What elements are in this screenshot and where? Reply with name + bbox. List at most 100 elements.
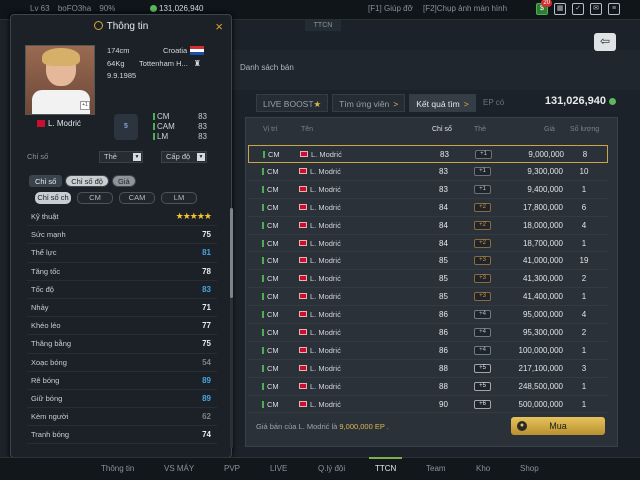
row-ovr: 86 xyxy=(439,328,448,338)
row-ovr: 85 xyxy=(439,256,448,266)
nav-team[interactable]: Team xyxy=(426,464,446,473)
nav-team-manage[interactable]: Q.lý đội xyxy=(318,464,345,473)
row-upgrade-badge: +6 xyxy=(474,399,491,409)
row-price: 217,100,000 xyxy=(518,363,564,373)
stat-value: 54 xyxy=(202,357,211,367)
table-row[interactable]: CM L. Modrić 84 +2 18,000,000 4 xyxy=(248,217,608,235)
scroll-thumb[interactable] xyxy=(230,208,233,298)
nav-pvp[interactable]: PVP xyxy=(224,464,240,473)
row-position: CM xyxy=(262,256,279,265)
row-price: 95,300,000 xyxy=(522,328,563,338)
header-ovr[interactable]: Chỉ số xyxy=(432,126,452,133)
cash-icon[interactable]: $20 xyxy=(536,0,552,15)
position-rating: LM 83 xyxy=(153,132,207,142)
table-row[interactable]: CM L. Modrić 83 +1 9,400,000 1 xyxy=(248,181,608,199)
nav-inventory[interactable]: Kho xyxy=(476,464,490,473)
row-quantity: 2 xyxy=(581,274,587,284)
tab-search-results[interactable]: Kết quả tìm > xyxy=(409,94,476,112)
top-ep-value: 131,026,940 xyxy=(159,4,204,13)
tab-pos-cam[interactable]: CAM xyxy=(119,192,155,204)
coin-icon xyxy=(609,97,616,105)
stat-row: Nhảy 71 xyxy=(27,299,217,318)
table-row[interactable]: CM L. Modrić 85 +3 41,000,000 19 xyxy=(248,252,608,271)
close-button[interactable]: × xyxy=(215,19,223,35)
stat-label: Rê bóng xyxy=(31,375,60,385)
position-tabs: Chỉ số ch CM CAM LM xyxy=(35,192,197,204)
row-position: CM xyxy=(262,221,279,230)
help-hotkey[interactable]: [F1] Giúp đỡ xyxy=(368,4,413,13)
row-upgrade-badge: +3 xyxy=(474,274,491,284)
tab-price[interactable]: Giá xyxy=(111,175,136,187)
table-row[interactable]: CM L. Modrić 83 +1 9,300,000 10 xyxy=(248,163,608,181)
row-upgrade-badge: +1 xyxy=(474,167,491,176)
table-row[interactable]: CM L. Modrić 84 +2 17,800,000 6 xyxy=(248,199,608,217)
header-name[interactable]: Tên xyxy=(301,126,313,133)
table-row[interactable]: CM L. Modrić 85 +3 41,400,000 1 xyxy=(248,288,608,307)
nav-live[interactable]: LIVE xyxy=(270,464,287,473)
card-select-value: Thẻ xyxy=(104,152,117,161)
check-icon[interactable]: ✓ xyxy=(572,3,584,15)
croatia-flag-icon xyxy=(299,293,307,300)
row-position: CM xyxy=(262,346,279,355)
info-title: Thông tin xyxy=(11,15,231,39)
croatia-flag-icon xyxy=(300,151,308,157)
table-row[interactable]: CM L. Modrić 83 +1 9,000,000 8 xyxy=(248,145,608,163)
stats-scrollbar[interactable] xyxy=(230,208,233,448)
nav-shop[interactable]: Shop xyxy=(520,464,539,473)
screenshot-hotkey[interactable]: [F2]Chụp ảnh màn hình xyxy=(423,4,507,13)
tab-search-label: Tìm ứng viên xyxy=(339,99,390,109)
row-player-name: L. Modrić xyxy=(311,150,342,159)
header-price[interactable]: Giá xyxy=(544,126,555,133)
row-player-name: L. Modrić xyxy=(310,292,341,302)
row-price: 18,700,000 xyxy=(522,238,563,248)
header-position[interactable]: Vị trí xyxy=(263,126,277,133)
table-row[interactable]: CM L. Modrić 86 +4 100,000,000 1 xyxy=(248,342,608,360)
stat-label: Kỹ thuật xyxy=(31,212,59,221)
tab-search-candidates[interactable]: Tìm ứng viên > xyxy=(332,94,406,112)
info-tabs: Chỉ số Chỉ số độ Giá xyxy=(29,175,136,187)
header-card[interactable]: Thẻ xyxy=(474,126,486,133)
nav-vs-ai[interactable]: VS MÁY xyxy=(164,464,194,473)
row-player-name: L. Modrić xyxy=(310,399,341,409)
table-row[interactable]: CM L. Modrić 84 +2 18,700,000 1 xyxy=(248,235,608,253)
row-ovr: 88 xyxy=(439,381,448,391)
card-select[interactable]: Thẻ ▼ xyxy=(99,151,143,163)
stat-value: 75 xyxy=(202,230,211,240)
tab-stats[interactable]: Chỉ số xyxy=(29,175,63,187)
stat-label: Tranh bóng xyxy=(31,430,70,440)
sell-list-tab[interactable]: Danh sách bán xyxy=(240,63,294,72)
header-quantity[interactable]: Số lượng xyxy=(570,126,599,133)
tab-pos-cm[interactable]: CM xyxy=(77,192,113,204)
tab-base-stats[interactable]: Chỉ số ch xyxy=(35,192,71,204)
mail-icon[interactable]: ✉ xyxy=(590,3,602,15)
row-upgrade-badge: +2 xyxy=(474,238,491,248)
position-name: LM xyxy=(153,132,168,141)
nav-info[interactable]: Thông tin xyxy=(101,464,134,473)
table-row[interactable]: CM L. Modrić 88 +5 217,100,000 3 xyxy=(248,360,608,378)
row-player-name: L. Modrić xyxy=(310,184,341,194)
table-row[interactable]: CM L. Modrić 86 +4 95,000,000 4 xyxy=(248,306,608,325)
calendar-icon[interactable]: ▦ xyxy=(554,3,566,15)
tab-pos-lm[interactable]: LM xyxy=(161,192,197,204)
table-row[interactable]: CM L. Modrić 88 +5 248,500,000 1 xyxy=(248,378,608,396)
row-upgrade-badge: +5 xyxy=(474,381,491,391)
level-select[interactable]: Cấp độ ▼ xyxy=(161,151,207,163)
stat-value: 89 xyxy=(202,375,211,385)
nav-transfer-market[interactable]: TTCN xyxy=(368,457,403,473)
position-rating: CM 83 xyxy=(153,112,207,122)
tab-live-boost[interactable]: LIVE BOOST★ xyxy=(256,94,329,112)
tab-stats-upgrade[interactable]: Chỉ số độ xyxy=(65,175,109,187)
menu-icon[interactable]: ≡ xyxy=(608,3,620,15)
row-position: CM xyxy=(262,310,279,319)
back-button[interactable]: ⇦ xyxy=(594,33,616,51)
row-position: CM xyxy=(262,382,279,391)
table-row[interactable]: CM L. Modrić 86 +4 95,300,000 2 xyxy=(248,324,608,342)
stat-label: Khéo léo xyxy=(31,321,61,331)
row-player-name: L. Modrić xyxy=(310,202,341,212)
row-quantity: 1 xyxy=(581,381,587,391)
buy-button[interactable]: ● Mua xyxy=(511,417,605,435)
row-quantity: 19 xyxy=(579,256,589,266)
table-row[interactable]: CM L. Modrić 90 +6 500,000,000 1 xyxy=(248,396,608,414)
table-row[interactable]: CM L. Modrić 85 +3 41,300,000 2 xyxy=(248,270,608,289)
info-title-text: Thông tin xyxy=(106,21,149,32)
